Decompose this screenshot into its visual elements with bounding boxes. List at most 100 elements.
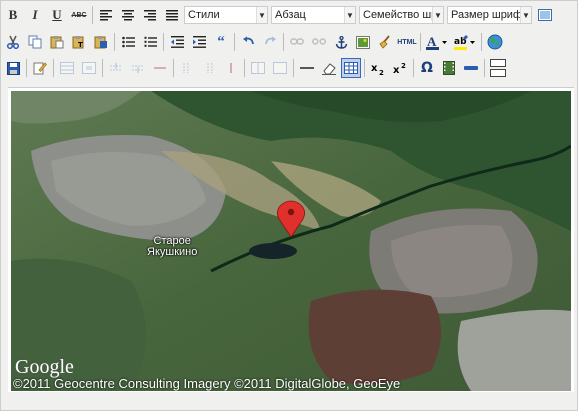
merge-cells-button[interactable] (270, 58, 290, 78)
paste-word-icon (94, 36, 107, 49)
horizontal-rule-button[interactable] (297, 58, 317, 78)
anchor-button[interactable] (331, 32, 351, 52)
highlight-color-button[interactable]: ab (452, 32, 478, 52)
image-icon (356, 35, 370, 49)
table-grid-icon (344, 62, 358, 74)
insert-row-after-icon (132, 65, 144, 73)
superscript-button[interactable]: x2 (390, 58, 410, 78)
insert-media-button[interactable] (439, 58, 459, 78)
chevron-down-icon: ▼ (520, 7, 531, 23)
indent-button[interactable] (189, 32, 209, 52)
html-source-button[interactable]: HTML (397, 32, 417, 52)
delete-col-button[interactable] (221, 58, 241, 78)
align-center-button[interactable] (118, 5, 138, 25)
align-right-button[interactable] (140, 5, 160, 25)
separator (413, 59, 414, 77)
styles-select[interactable]: Стили ▼ (184, 6, 268, 24)
font-family-select[interactable]: Семейство шр ▼ (359, 6, 444, 24)
separator (114, 33, 115, 51)
chevron-down-icon: ▼ (344, 7, 355, 23)
satellite-map-image: Старое Якушкино Google ©2011 Geocentre C… (11, 91, 571, 391)
visual-aid-button[interactable] (341, 58, 361, 78)
toolbar-row-1: B I U ABC Стили ▼ Абзац ▼ Семейство шр ▼ (3, 3, 557, 27)
blockquote-button[interactable]: “ (211, 32, 231, 52)
table-row-props-button[interactable] (57, 58, 77, 78)
strikethrough-button[interactable]: ABC (69, 5, 89, 25)
outdent-button[interactable] (167, 32, 187, 52)
redo-icon (264, 36, 276, 45)
chevron-down-icon: ▼ (256, 7, 267, 23)
text-color-button[interactable]: A (424, 32, 450, 52)
separator (234, 33, 235, 51)
separator (484, 59, 485, 77)
copy-button[interactable] (25, 32, 45, 52)
paste-text-button[interactable]: T (69, 32, 89, 52)
cut-button[interactable] (3, 32, 23, 52)
format-select[interactable]: Абзац ▼ (271, 6, 356, 24)
insert-row-before-button[interactable] (106, 58, 126, 78)
special-char-button[interactable]: Ω (417, 58, 437, 78)
align-justify-button[interactable] (162, 5, 182, 25)
align-left-icon (100, 9, 112, 20)
font-size-select-value: Размер шрифт (451, 9, 520, 21)
fullscreen-button[interactable] (535, 5, 555, 25)
remove-format-button[interactable] (319, 58, 339, 78)
unlink-icon (312, 38, 326, 45)
insert-link-button[interactable] (287, 32, 307, 52)
layer-icon (490, 59, 506, 77)
save-button[interactable] (3, 58, 23, 78)
italic-button[interactable]: I (25, 5, 45, 25)
insert-image-button[interactable] (353, 32, 373, 52)
table-row-icon (60, 62, 74, 74)
cleanup-button[interactable] (375, 32, 395, 52)
insert-column-after-icon (207, 63, 213, 73)
editor-content-area[interactable]: Старое Якушкино Google ©2011 Geocentre C… (8, 87, 574, 392)
satellite-map-graphic (11, 91, 571, 391)
superscript-icon: x2 (393, 62, 406, 75)
split-cells-button[interactable] (248, 58, 268, 78)
bullet-list-button[interactable] (118, 32, 138, 52)
insert-map-button[interactable] (485, 32, 505, 52)
scissors-icon (6, 35, 20, 49)
separator (420, 33, 421, 51)
unlink-button[interactable] (309, 32, 329, 52)
paste-word-button[interactable] (91, 32, 111, 52)
styles-select-value: Стили (188, 9, 220, 21)
broom-icon (379, 35, 390, 49)
map-copyright-text: ©2011 Geocentre Consulting Imagery ©2011… (13, 376, 401, 391)
svg-text:2: 2 (401, 62, 406, 70)
map-place-label: Старое Якушкино (147, 236, 197, 258)
separator (293, 59, 294, 77)
pagebreak-button[interactable] (461, 58, 481, 78)
subscript-button[interactable]: x2 (368, 58, 388, 78)
eraser-icon (322, 62, 336, 75)
align-center-icon (122, 9, 134, 20)
edit-button[interactable] (30, 58, 50, 78)
align-right-icon (144, 9, 156, 20)
redo-button[interactable] (260, 32, 280, 52)
table-cell-props-button[interactable] (79, 58, 99, 78)
underline-button[interactable]: U (47, 5, 67, 25)
svg-text:T: T (78, 41, 83, 49)
insert-col-before-button[interactable] (177, 58, 197, 78)
separator (283, 33, 284, 51)
floppy-disk-icon (6, 61, 20, 75)
globe-icon (487, 34, 503, 50)
insert-col-after-button[interactable] (199, 58, 219, 78)
layer-button[interactable] (488, 58, 508, 78)
font-size-select[interactable]: Размер шрифт ▼ (447, 6, 532, 24)
undo-button[interactable] (238, 32, 258, 52)
link-icon (290, 38, 304, 45)
chevron-down-icon: ▼ (432, 7, 443, 23)
delete-row-button[interactable] (150, 58, 170, 78)
align-left-button[interactable] (96, 5, 116, 25)
format-select-value: Абзац (275, 9, 306, 21)
separator (102, 59, 103, 77)
anchor-icon (335, 35, 347, 49)
insert-row-after-button[interactable] (128, 58, 148, 78)
numbered-list-button[interactable] (140, 32, 160, 52)
paste-button[interactable] (47, 32, 67, 52)
rich-text-editor: B I U ABC Стили ▼ Абзац ▼ Семейство шр ▼ (0, 0, 578, 411)
bullet-list-icon (121, 36, 135, 48)
bold-button[interactable]: B (3, 5, 23, 25)
